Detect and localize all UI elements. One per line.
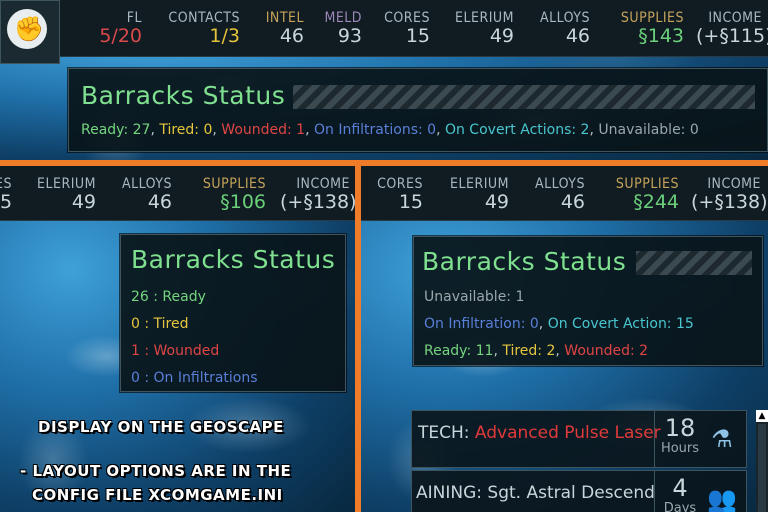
tech-time: 18 Hours <box>654 411 705 467</box>
training-time: 4 Days <box>654 471 705 512</box>
barracks-unavailable: Unavailable: 1 <box>424 289 525 305</box>
tech-name: Advanced Pulse Laser <box>474 423 661 443</box>
barracks-wounded: 1 : Wounded <box>131 343 220 359</box>
soldiers-icon: 👥 <box>707 485 737 512</box>
resource-income: INCOME (+§138) <box>691 176 768 213</box>
flask-icon: ⚗ <box>711 425 733 453</box>
training-item[interactable]: AINING: Sgt. Astral Descend 4 Days 👥 <box>411 470 747 512</box>
scroll-up-arrow-icon[interactable]: ▲ <box>756 410 768 422</box>
resource-meld: MELD 93 <box>324 10 362 47</box>
resource-contacts: CONTACTS 1/3 <box>168 10 240 47</box>
barracks-infil-covert: On Infiltration: 0, On Covert Action: 15 <box>424 316 694 332</box>
caption-line-2: - LAYOUT OPTIONS ARE IN THE <box>20 462 292 480</box>
barracks-title: Barracks Status <box>422 247 627 276</box>
training-label: AINING: <box>416 483 482 503</box>
resource-partial: ES 5 <box>0 176 12 213</box>
scrollbar[interactable]: ▲ <box>756 410 768 512</box>
resource-alloys: ALLOYS 46 <box>535 176 585 213</box>
resource-fl: FL 5/20 <box>99 10 142 47</box>
resource-alloys: ALLOYS 46 <box>122 176 172 213</box>
resource-supplies: SUPPLIES §244 <box>615 176 679 213</box>
tech-label: TECH: <box>418 423 470 443</box>
resource-income: INCOME (+§115) <box>696 10 768 47</box>
resource-income: INCOME (+§138) <box>280 176 355 213</box>
barracks-summary: Ready: 27, Tired: 0, Wounded: 1, On Infi… <box>81 122 699 138</box>
caption-line-3: CONFIG FILE XCOMGAME.INI <box>32 486 283 504</box>
title-stripes <box>636 251 752 275</box>
title-stripes <box>293 85 755 109</box>
barracks-ready-tired-wounded: Ready: 11, Tired: 2, Wounded: 2 <box>424 343 649 359</box>
barracks-infiltrations: 0 : On Infiltrations <box>131 370 258 386</box>
resource-elerium: ELERIUM 49 <box>455 10 514 47</box>
resource-elerium: ELERIUM 49 <box>37 176 96 213</box>
barracks-status-panel: Barracks Status Unavailable: 1 On Infilt… <box>413 236 763 366</box>
resource-supplies: SUPPLIES §143 <box>620 10 684 47</box>
resource-elerium: ELERIUM 49 <box>450 176 509 213</box>
resource-cores: CORES 15 <box>377 176 423 213</box>
resource-cores: CORES 15 <box>384 10 430 47</box>
barracks-title: Barracks Status <box>131 245 336 274</box>
top-panel: ✊ FL 5/20 CONTACTS 1/3 INTEL 46 MELD 93 … <box>0 0 768 160</box>
research-item[interactable]: TECH: Advanced Pulse Laser 18 Hours ⚗ <box>411 410 747 468</box>
training-name: Sgt. Astral Descend <box>487 483 655 503</box>
barracks-tired: 0 : Tired <box>131 316 189 332</box>
left-panel: ES 5 ELERIUM 49 ALLOYS 46 SUPPLIES §106 … <box>0 166 355 512</box>
resource-intel: INTEL 46 <box>265 10 304 47</box>
right-panel: CORES 15 ELERIUM 49 ALLOYS 46 SUPPLIES §… <box>361 166 768 512</box>
barracks-title: Barracks Status <box>81 81 286 110</box>
resource-alloys: ALLOYS 46 <box>540 10 590 47</box>
barracks-ready: 26 : Ready <box>131 289 206 305</box>
caption-line-1: DISPLAY ON THE GEOSCAPE <box>38 418 284 436</box>
barracks-status-panel: Barracks Status 26 : Ready 0 : Tired 1 :… <box>120 234 346 392</box>
resistance-menu-button[interactable]: ✊ <box>0 0 60 64</box>
barracks-status-panel: Barracks Status Ready: 27, Tired: 0, Wou… <box>68 68 768 152</box>
scroll-thumb[interactable] <box>758 424 766 512</box>
resource-supplies: SUPPLIES §106 <box>202 176 266 213</box>
